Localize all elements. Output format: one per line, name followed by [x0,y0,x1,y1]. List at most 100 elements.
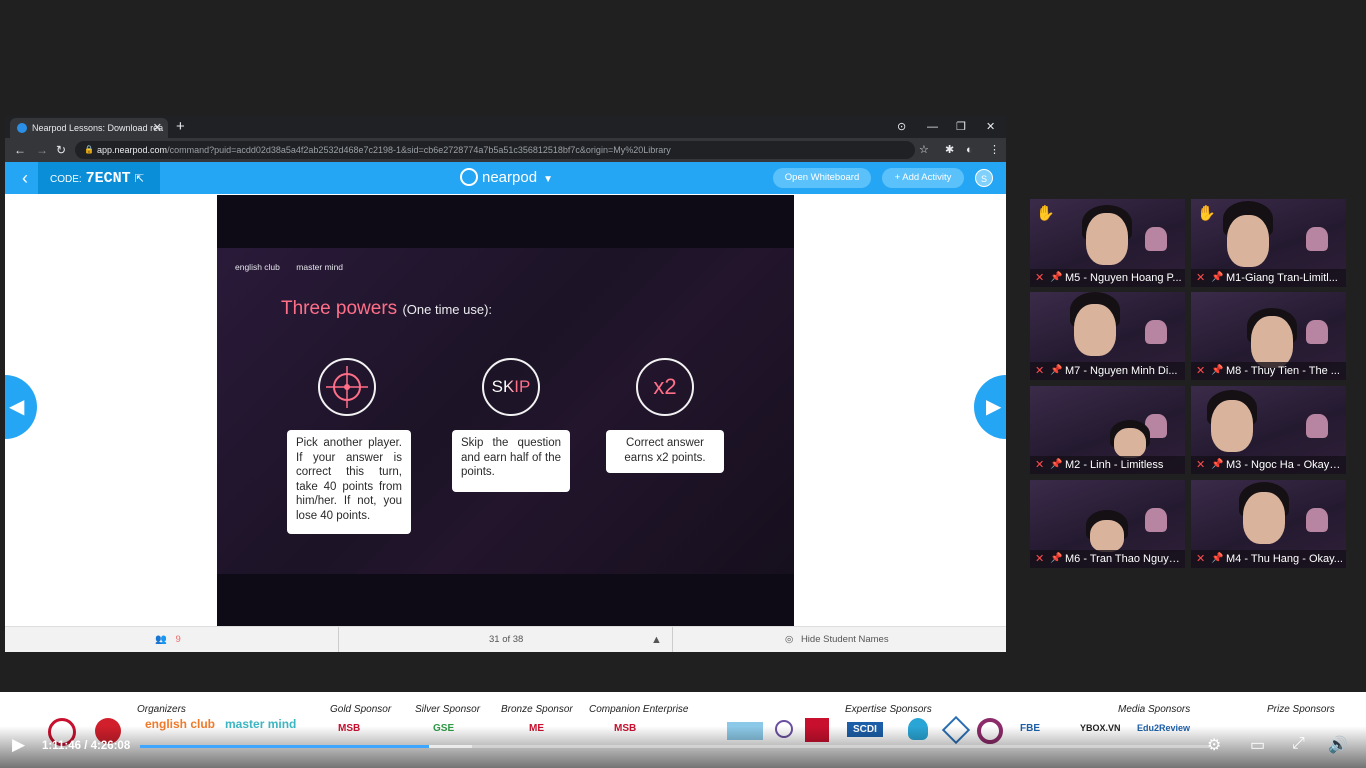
participant-face [1251,316,1293,368]
event-logo-mark [1145,227,1167,251]
slide-counter: 31 of 38 [489,634,524,645]
address-bar-row: ← → ↻ 🔒 app.nearpod.com/command?puid=acd… [5,138,1006,162]
url-host: app.nearpod.com [97,145,168,155]
mic-off-icon: ✕ [1035,553,1045,565]
sponsor-label: Companion Enterprise [589,704,689,715]
open-whiteboard-button[interactable]: Open Whiteboard [773,168,871,188]
fullscreen-icon[interactable]: ⤢ [1292,735,1305,753]
browser-tab[interactable]: Nearpod Lessons: Download rea ✕ [10,118,168,138]
volume-icon[interactable]: 🔊 [1328,735,1348,755]
video-tile[interactable]: ✕ 📌 M3 - Ngoc Ha - Okay?... [1191,386,1346,474]
event-logo-mark [1145,320,1167,344]
user-avatar[interactable]: S [975,169,993,187]
crosshair-icon [318,358,376,416]
slide-logos: english club master mind [235,263,343,272]
sponsor-label: Organizers [137,704,186,715]
pin-icon[interactable]: 📌 [1050,459,1062,471]
slide-list-toggle-icon[interactable]: ▲ [651,627,662,652]
skip-icon: SKIP [482,358,540,416]
settings-gear-icon[interactable]: ⚙ [1207,735,1221,755]
raised-hand-icon: ✋ [1197,205,1216,222]
minimize-button[interactable]: — [927,116,938,138]
url-field[interactable]: 🔒 app.nearpod.com/command?puid=acdd02d38… [75,141,915,159]
video-tile[interactable]: ✕ 📌 M4 - Thu Hang - Okay... [1191,480,1346,568]
sponsor-label: Silver Sponsor [415,704,481,715]
video-tile[interactable]: ✕ 📌 M7 - Nguyen Minh Di... [1030,292,1185,380]
participant-name: M7 - Nguyen Minh Di... [1065,365,1178,377]
event-logo-mark [1145,508,1167,532]
miniplayer-icon[interactable]: ▭ [1250,735,1265,755]
nearpod-footer: 👥 9 31 of 38 ▲ ◎ Hide Student Names [5,626,1006,652]
power-card-skip: Skip the question and earn half of the p… [452,430,570,492]
mic-off-icon: ✕ [1196,459,1206,471]
tab-bar: Nearpod Lessons: Download rea ✕ + ⊙ — ❐ … [5,116,1006,138]
window-close-button[interactable]: ✕ [986,116,995,138]
nearpod-logo-icon [460,168,478,186]
pin-icon[interactable]: 📌 [1211,459,1223,471]
extension-icon[interactable]: ◐ [966,138,973,162]
back-arrow-icon[interactable]: ← [14,138,26,162]
skip-icon-text: SKIP [491,377,531,396]
url-path: /command?puid=acdd02d38a5a4f2ab2532d468e… [167,145,671,155]
forward-arrow-icon[interactable]: → [36,138,48,162]
hide-names-button[interactable]: ◎ Hide Student Names [785,627,889,652]
tab-close-icon[interactable]: ✕ [153,118,162,138]
pin-icon[interactable]: 📌 [1050,553,1062,565]
nearpod-logo[interactable]: nearpod ▼ [460,168,553,188]
reload-icon[interactable]: ↻ [56,138,66,162]
participants-button[interactable]: 👥 9 [155,627,181,652]
mic-off-icon: ✕ [1196,272,1206,284]
share-icon[interactable]: ⇱ [135,173,144,185]
browser-window: Nearpod Lessons: Download rea ✕ + ⊙ — ❐ … [5,116,1006,652]
slide-title-main: Three powers [281,298,398,319]
pin-icon[interactable]: 📌 [1211,272,1223,284]
lock-icon: 🔒 [84,145,94,154]
sponsor-label: Bronze Sponsor [501,704,573,715]
maximize-button[interactable]: ❐ [956,116,966,138]
sponsor-label: Gold Sponsor [330,704,392,715]
video-tile[interactable]: ✕ 📌 M8 - Thuy Tien - The ... [1191,292,1346,380]
play-icon[interactable]: ▶ [12,735,25,755]
english-club-logo: english club [235,262,280,272]
pin-icon[interactable]: 📌 [1211,365,1223,377]
played-bar [140,745,429,748]
master-mind-logo: master mind [296,262,344,272]
add-activity-button[interactable]: + Add Activity [882,168,964,188]
bookmark-star-icon[interactable]: ☆ [919,138,929,162]
double-icon: x2 [636,358,694,416]
participant-face [1086,213,1128,265]
participant-name: M1-Giang Tran-Limitl... [1226,272,1338,284]
next-slide-button[interactable]: ▶ [974,375,1006,439]
nearpod-header: ‹ CODE: 7ECNT ⇱ nearpod ▼ Open Whiteboard +… [5,162,1006,194]
pin-icon[interactable]: 📌 [1211,553,1223,565]
mic-off-icon: ✕ [1035,272,1045,284]
footer-divider [672,627,673,652]
participant-face [1227,215,1269,267]
previous-slide-button[interactable]: ◀ [5,375,37,439]
footer-divider [338,627,339,652]
video-tile[interactable]: ✋ ✕ 📌 M5 - Nguyen Hoang P... [1030,199,1185,287]
sponsor-label: Expertise Sponsors [845,704,932,715]
code-label: CODE: [50,174,82,185]
power-card-steal: Pick another player. If your answer is c… [287,430,411,534]
chevron-left-icon[interactable]: ‹ [13,162,37,194]
time-display: 1:11:46 / 4:26:08 [42,740,131,752]
video-progress-bar[interactable] [140,745,1210,748]
browser-menu-icon[interactable]: ⋮ [989,138,1000,162]
session-code[interactable]: CODE: 7ECNT ⇱ [38,162,160,194]
extensions-puzzle-icon[interactable]: ✱ [945,138,954,162]
video-tile[interactable]: ✕ 📌 M2 - Linh - Limitless [1030,386,1185,474]
new-tab-button[interactable]: + [176,116,185,138]
participant-name: M8 - Thuy Tien - The ... [1226,365,1340,377]
pin-icon[interactable]: 📌 [1050,272,1062,284]
eye-slash-icon: ◎ [785,634,794,645]
mic-off-icon: ✕ [1196,365,1206,377]
profile-icon[interactable]: ⊙ [897,116,906,138]
video-tile[interactable]: ✕ 📌 M6 - Tran Thao Nguye... [1030,480,1185,568]
code-value: 7ECNT [85,170,131,187]
power-card-double: Correct answer earns x2 points. [606,430,724,473]
chevron-down-icon[interactable]: ▼ [543,174,553,185]
video-tile[interactable]: ✋ ✕ 📌 M1-Giang Tran-Limitl... [1191,199,1346,287]
tab-title: Nearpod Lessons: Download rea [32,123,164,133]
pin-icon[interactable]: 📌 [1050,365,1062,377]
